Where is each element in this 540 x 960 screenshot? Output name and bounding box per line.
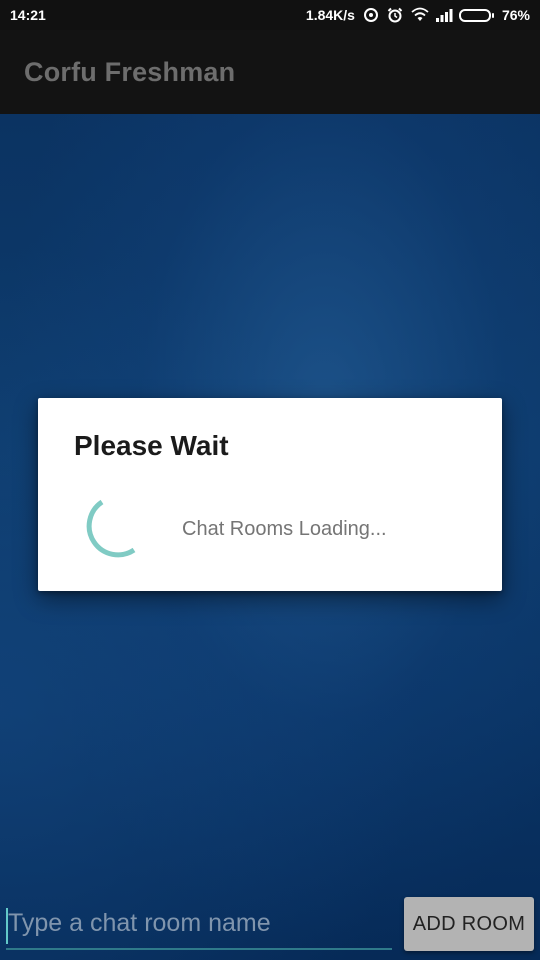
add-room-button[interactable]: ADD ROOM (404, 897, 534, 951)
signal-icon (435, 7, 453, 23)
wifi-icon (411, 7, 429, 23)
loading-dialog: Please Wait Chat Rooms Loading... (38, 398, 502, 591)
battery-icon (458, 8, 494, 22)
app-bar: Corfu Freshman (0, 30, 540, 114)
status-icons: 1.84K/s 76% (306, 7, 530, 23)
app-screen: 14:21 1.84K/s 76% Corfu Freshman Please … (0, 0, 540, 960)
room-name-input-container (6, 902, 392, 950)
data-saver-icon (363, 7, 379, 23)
text-cursor (6, 908, 8, 944)
loading-spinner-icon (86, 499, 136, 558)
status-bar: 14:21 1.84K/s 76% (0, 0, 540, 30)
room-name-input[interactable] (6, 902, 392, 948)
dialog-title: Please Wait (74, 430, 229, 461)
battery-percent: 76% (501, 7, 530, 23)
network-speed: 1.84K/s (305, 7, 355, 23)
status-time: 14:21 (10, 7, 46, 23)
alarm-icon (387, 7, 403, 23)
dialog-message: Chat Rooms Loading... (182, 518, 387, 540)
app-title: Corfu Freshman (24, 56, 236, 87)
